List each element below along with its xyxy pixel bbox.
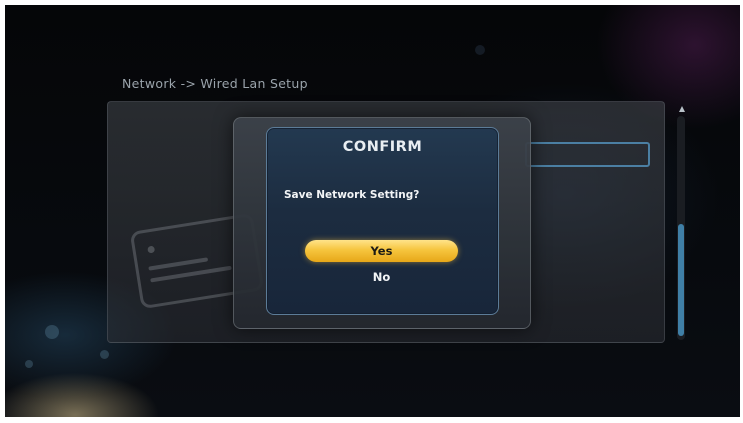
ip-address-field[interactable] xyxy=(525,142,650,167)
scrollbar-track[interactable] xyxy=(677,116,685,340)
yes-button[interactable]: Yes xyxy=(305,240,458,262)
confirm-dialog: CONFIRM Save Network Setting? Yes No xyxy=(266,127,499,315)
card-indicator xyxy=(147,245,156,254)
no-button[interactable]: No xyxy=(305,267,458,287)
bokeh-light xyxy=(475,45,485,55)
bokeh-light xyxy=(45,325,59,339)
dialog-message: Save Network Setting? xyxy=(284,189,420,201)
tv-screen: Network -> Wired Lan Setup CONFIRM Save … xyxy=(5,5,740,417)
scroll-up-arrow-icon[interactable] xyxy=(679,106,685,112)
bokeh-light xyxy=(25,360,33,368)
dialog-title: CONFIRM xyxy=(342,139,423,155)
breadcrumb: Network -> Wired Lan Setup xyxy=(122,76,308,91)
scrollbar[interactable] xyxy=(677,106,689,340)
scrollbar-thumb[interactable] xyxy=(678,224,684,336)
bokeh-light xyxy=(100,350,109,359)
card-line xyxy=(148,257,209,271)
